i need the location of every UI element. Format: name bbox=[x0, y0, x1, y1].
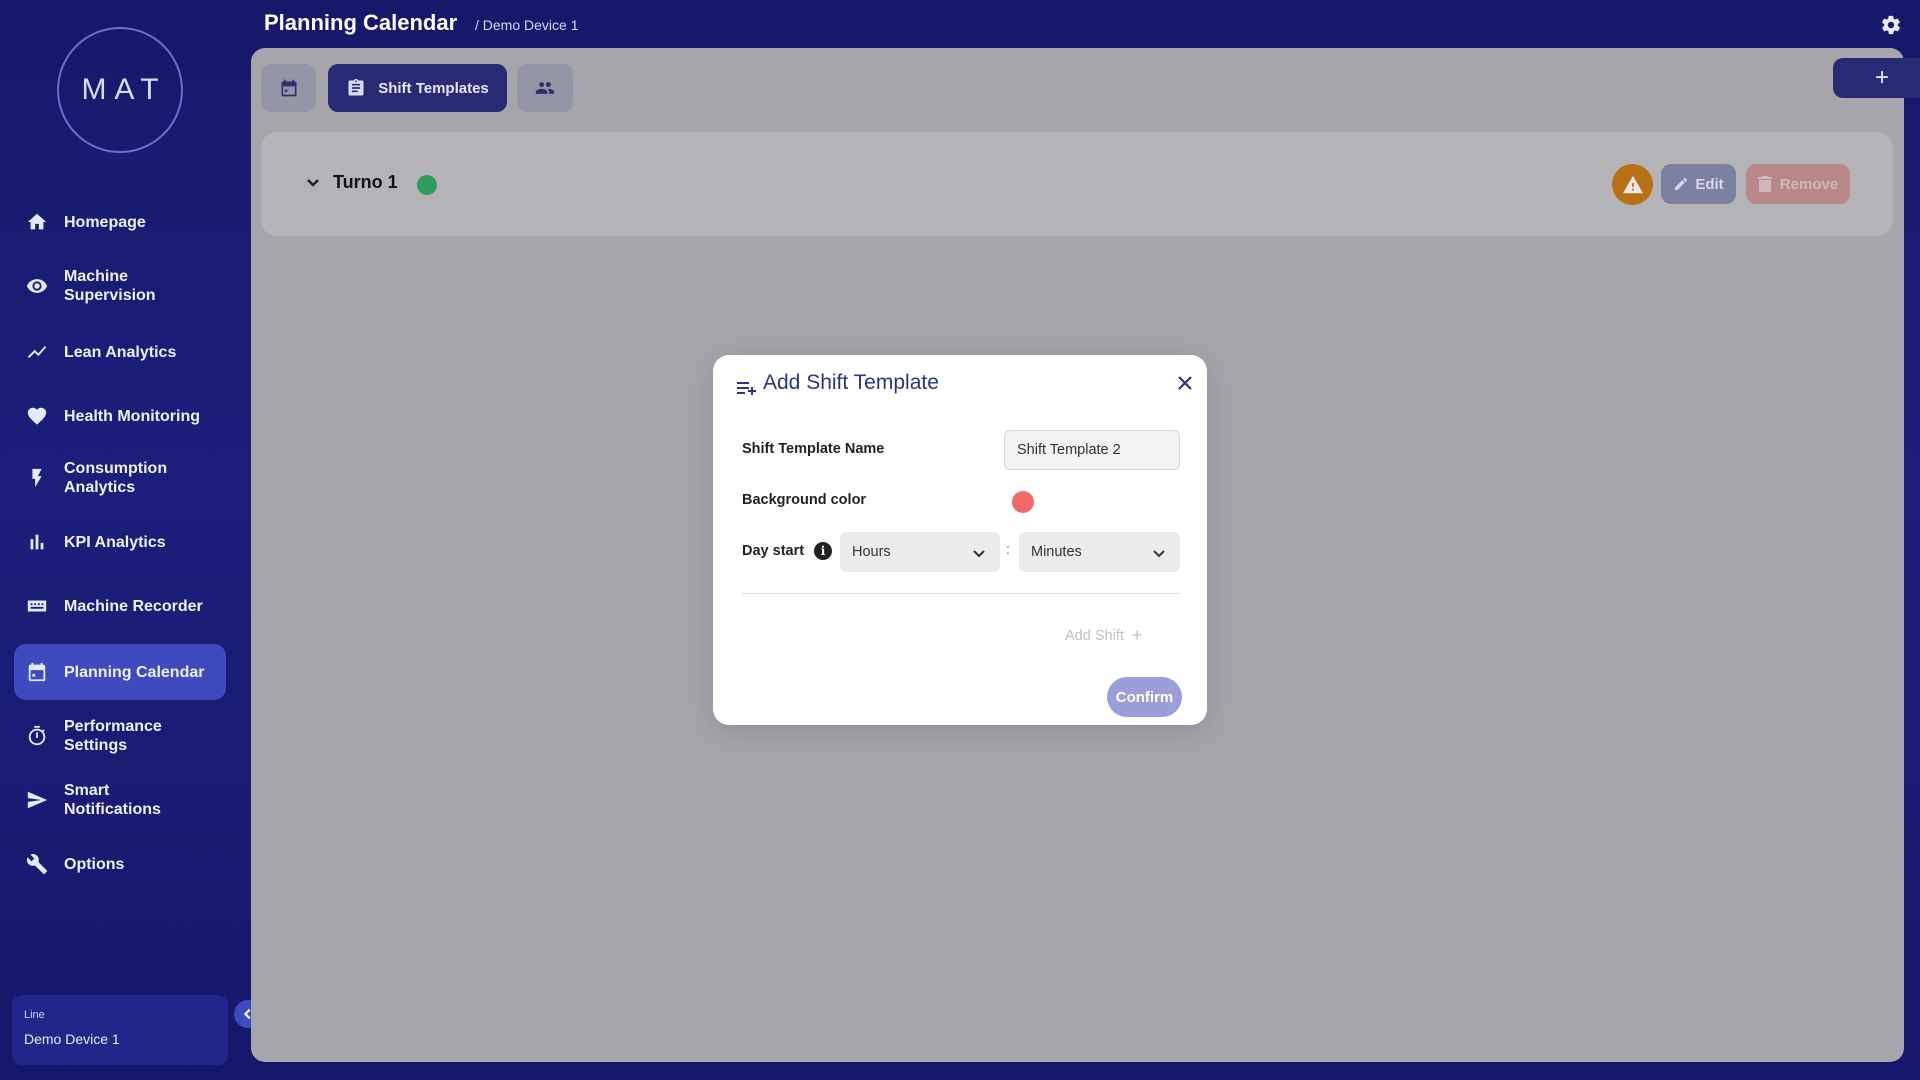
background-color-swatch[interactable] bbox=[1012, 491, 1034, 513]
heart-icon bbox=[26, 405, 48, 427]
sidebar-item-label: Consumption Analytics bbox=[64, 460, 168, 496]
divider bbox=[742, 593, 1180, 594]
add-template-button[interactable]: + bbox=[1833, 58, 1920, 98]
edit-button[interactable]: Edit bbox=[1661, 164, 1736, 204]
sidebar-item-machine-recorder[interactable]: Machine Recorder bbox=[14, 578, 226, 634]
sidebar-item-label: Machine Supervision bbox=[64, 268, 156, 304]
home-icon bbox=[26, 211, 48, 233]
background-color-label: Background color bbox=[742, 492, 867, 508]
hours-select-value: Hours bbox=[852, 544, 891, 560]
sidebar-item-consumption-analytics[interactable]: Consumption Analytics bbox=[14, 450, 226, 506]
day-start-label: Day start bbox=[742, 543, 805, 559]
sidebar-item-label: Options bbox=[64, 855, 125, 873]
sidebar-item-health-monitoring[interactable]: Health Monitoring bbox=[14, 388, 226, 444]
sidebar-item-label: Machine Recorder bbox=[64, 597, 203, 615]
confirm-button[interactable]: Confirm bbox=[1107, 677, 1182, 717]
sidebar-item-kpi-analytics[interactable]: KPI Analytics bbox=[14, 514, 226, 570]
sidebar-item-homepage[interactable]: Homepage bbox=[14, 194, 226, 250]
recorder-icon bbox=[26, 595, 48, 617]
playlist-add-icon bbox=[737, 379, 757, 397]
gear-icon bbox=[1881, 15, 1901, 35]
sidebar-item-machine-supervision[interactable]: Machine Supervision bbox=[14, 258, 226, 314]
sidebar-item-label: Planning Calendar bbox=[64, 663, 205, 681]
line-selector[interactable]: Line Demo Device 1 bbox=[12, 995, 228, 1065]
tab-users[interactable] bbox=[517, 64, 573, 112]
page-title: Planning Calendar bbox=[264, 10, 458, 35]
sidebar-item-label: Performance Settings bbox=[64, 718, 162, 754]
minutes-select-value: Minutes bbox=[1031, 544, 1082, 560]
remove-button-label: Remove bbox=[1779, 175, 1839, 193]
tab-calendar[interactable] bbox=[261, 64, 316, 112]
sidebar-item-label: Health Monitoring bbox=[64, 407, 200, 425]
eye-icon bbox=[26, 275, 48, 297]
add-shift-button[interactable]: Add Shift + bbox=[1065, 625, 1142, 646]
sidebar-item-label: Homepage bbox=[64, 213, 146, 231]
hours-select[interactable]: Hours bbox=[840, 532, 1000, 572]
chevron-down-icon bbox=[1153, 550, 1165, 558]
sidebar-item-label: Smart Notifications bbox=[64, 782, 161, 818]
sidebar-item-lean-analytics[interactable]: Lean Analytics bbox=[14, 324, 226, 380]
trash-icon bbox=[1757, 176, 1772, 192]
edit-button-label: Edit bbox=[1695, 175, 1724, 193]
line-caption: Line bbox=[24, 1009, 45, 1021]
shift-template-card: Turno 1 Edit Remove bbox=[261, 132, 1893, 236]
warning-icon bbox=[1622, 175, 1643, 193]
add-shift-label: Add Shift bbox=[1065, 627, 1124, 644]
sidebar-item-planning-calendar[interactable]: Planning Calendar bbox=[14, 644, 226, 700]
sidebar: MAT Homepage Machine Supervision Lean An… bbox=[0, 0, 240, 1080]
trend-icon bbox=[26, 341, 48, 363]
wrench-icon bbox=[26, 853, 48, 875]
chevron-down-icon[interactable] bbox=[305, 174, 321, 190]
bar-chart-icon bbox=[26, 531, 48, 553]
pencil-icon bbox=[1675, 178, 1688, 190]
stopwatch-icon bbox=[26, 725, 48, 747]
tab-shift-templates-label: Shift Templates bbox=[378, 79, 489, 97]
close-icon[interactable] bbox=[1173, 371, 1197, 395]
chevron-down-icon bbox=[973, 550, 985, 558]
template-color-dot bbox=[417, 175, 437, 195]
plus-icon: + bbox=[1131, 625, 1143, 645]
sidebar-item-label: KPI Analytics bbox=[64, 533, 166, 551]
warning-button[interactable] bbox=[1612, 164, 1653, 205]
users-icon bbox=[535, 82, 555, 94]
remove-button[interactable]: Remove bbox=[1746, 164, 1850, 204]
line-value: Demo Device 1 bbox=[24, 1031, 120, 1047]
info-icon[interactable]: i bbox=[814, 542, 832, 560]
sidebar-item-label: Lean Analytics bbox=[64, 343, 177, 361]
calendar-icon bbox=[281, 79, 296, 97]
add-shift-template-modal: Add Shift Template Shift Template Name B… bbox=[713, 355, 1207, 725]
clipboard-icon bbox=[348, 78, 364, 96]
calendar-icon bbox=[26, 661, 48, 683]
template-name-label: Shift Template Name bbox=[742, 441, 885, 457]
modal-title: Add Shift Template bbox=[763, 371, 939, 394]
bolt-icon bbox=[26, 467, 48, 489]
breadcrumb: / Demo Device 1 bbox=[475, 17, 579, 33]
minutes-select[interactable]: Minutes bbox=[1019, 532, 1180, 572]
template-name: Turno 1 bbox=[333, 172, 398, 192]
logo: MAT bbox=[57, 27, 183, 153]
tab-shift-templates[interactable]: Shift Templates bbox=[328, 64, 507, 112]
sidebar-item-options[interactable]: Options bbox=[14, 836, 226, 892]
settings-button[interactable] bbox=[1880, 14, 1902, 36]
send-icon bbox=[26, 789, 48, 811]
time-separator: : bbox=[1006, 541, 1010, 557]
sidebar-item-performance-settings[interactable]: Performance Settings bbox=[14, 708, 226, 764]
sidebar-item-smart-notifications[interactable]: Smart Notifications bbox=[14, 772, 226, 828]
template-name-input[interactable] bbox=[1004, 430, 1180, 470]
